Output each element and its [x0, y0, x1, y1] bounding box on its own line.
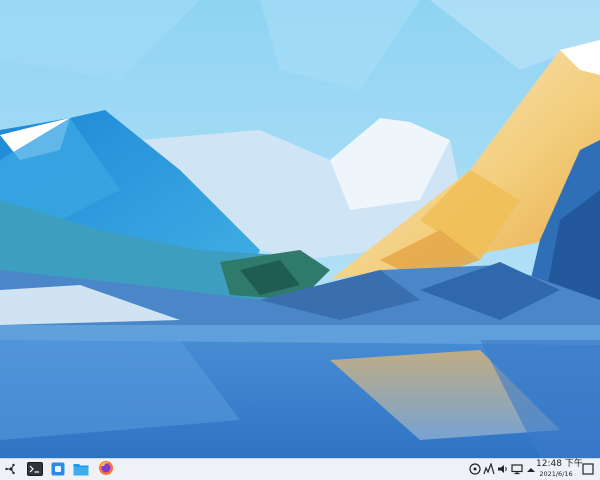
tray-network[interactable] — [482, 460, 496, 479]
tray-display[interactable] — [510, 462, 524, 476]
application-launcher-button[interactable] — [1, 460, 21, 480]
tray-volume[interactable] — [496, 462, 510, 476]
desktop[interactable] — [0, 0, 600, 458]
taskbar: 12:48 下午 2021/6/16 — [0, 458, 600, 480]
clock-time: 12:48 下午 — [536, 459, 583, 469]
updates-icon — [469, 460, 481, 479]
taskbar-app-file-manager[interactable] — [71, 460, 91, 480]
application-launcher-icon — [4, 461, 18, 480]
network-icon — [483, 460, 495, 479]
terminal-icon — [27, 461, 43, 480]
file-manager-icon — [73, 461, 89, 480]
taskbar-app-discover[interactable] — [48, 460, 68, 480]
digital-clock[interactable]: 12:48 下午 2021/6/16 — [536, 459, 583, 480]
discover-icon — [51, 461, 65, 480]
expand-tray-icon — [526, 460, 536, 479]
taskbar-app-terminal[interactable] — [25, 460, 45, 480]
firefox-icon — [98, 460, 114, 480]
desktop-wallpaper — [0, 0, 600, 458]
display-icon — [511, 460, 523, 479]
volume-icon — [497, 460, 509, 479]
taskbar-app-firefox[interactable] — [96, 460, 116, 480]
show-desktop-button[interactable] — [581, 462, 595, 476]
tray-updates[interactable] — [468, 462, 482, 476]
clock-date: 2021/6/16 — [539, 470, 573, 478]
show-desktop-icon — [582, 460, 594, 479]
